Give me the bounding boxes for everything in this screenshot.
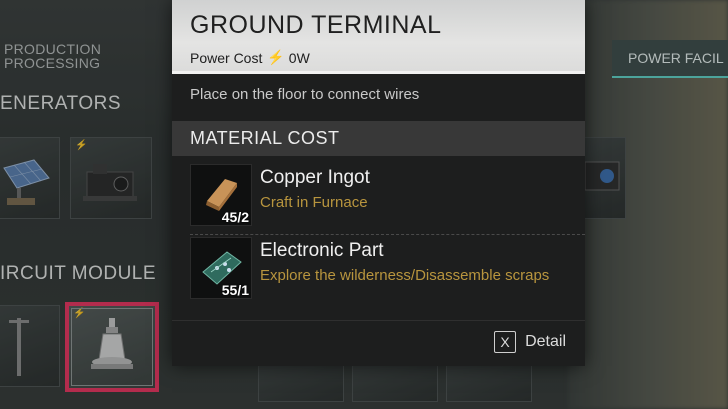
material-count: 55/1 bbox=[221, 282, 249, 298]
material-count: 45/2 bbox=[221, 209, 249, 225]
popup-footer: X Detail bbox=[172, 320, 585, 366]
material-source: Craft in Furnace bbox=[260, 194, 368, 211]
power-cost-label: Power Cost bbox=[190, 49, 263, 66]
power-cost-row: Power Cost ⚡ 0W bbox=[190, 49, 585, 66]
material-name: Copper Ingot bbox=[260, 167, 370, 188]
item-description: Place on the floor to connect wires bbox=[190, 86, 420, 103]
x-key-icon: X bbox=[494, 331, 517, 353]
material-item: 45/2 Copper Ingot Craft in Furnace bbox=[190, 164, 585, 234]
item-info-popup: GROUND TERMINAL Power Cost ⚡ 0W Place on… bbox=[172, 0, 585, 366]
material-text: Copper Ingot Craft in Furnace bbox=[260, 164, 560, 234]
popup-header: GROUND TERMINAL Power Cost ⚡ 0W bbox=[172, 0, 585, 74]
detail-button[interactable]: X Detail bbox=[494, 331, 566, 353]
lightning-bolt-icon: ⚡ bbox=[267, 49, 285, 65]
detail-label: Detail bbox=[525, 333, 566, 350]
popup-title: GROUND TERMINAL bbox=[190, 11, 442, 39]
power-cost-value: 0W bbox=[288, 49, 310, 66]
material-text: Electronic Part Explore the wilderness/D… bbox=[260, 237, 560, 306]
material-name: Electronic Part bbox=[260, 240, 384, 261]
material-cost-header: MATERIAL COST bbox=[172, 121, 585, 156]
material-list: 45/2 Copper Ingot Craft in Furnace 55/1 … bbox=[172, 156, 585, 306]
material-item: 55/1 Electronic Part Explore the wildern… bbox=[190, 234, 585, 306]
material-source: Explore the wilderness/Disassemble scrap… bbox=[260, 267, 550, 284]
material-icon-frame: 55/1 bbox=[190, 237, 252, 299]
material-icon-frame: 45/2 bbox=[190, 164, 252, 226]
